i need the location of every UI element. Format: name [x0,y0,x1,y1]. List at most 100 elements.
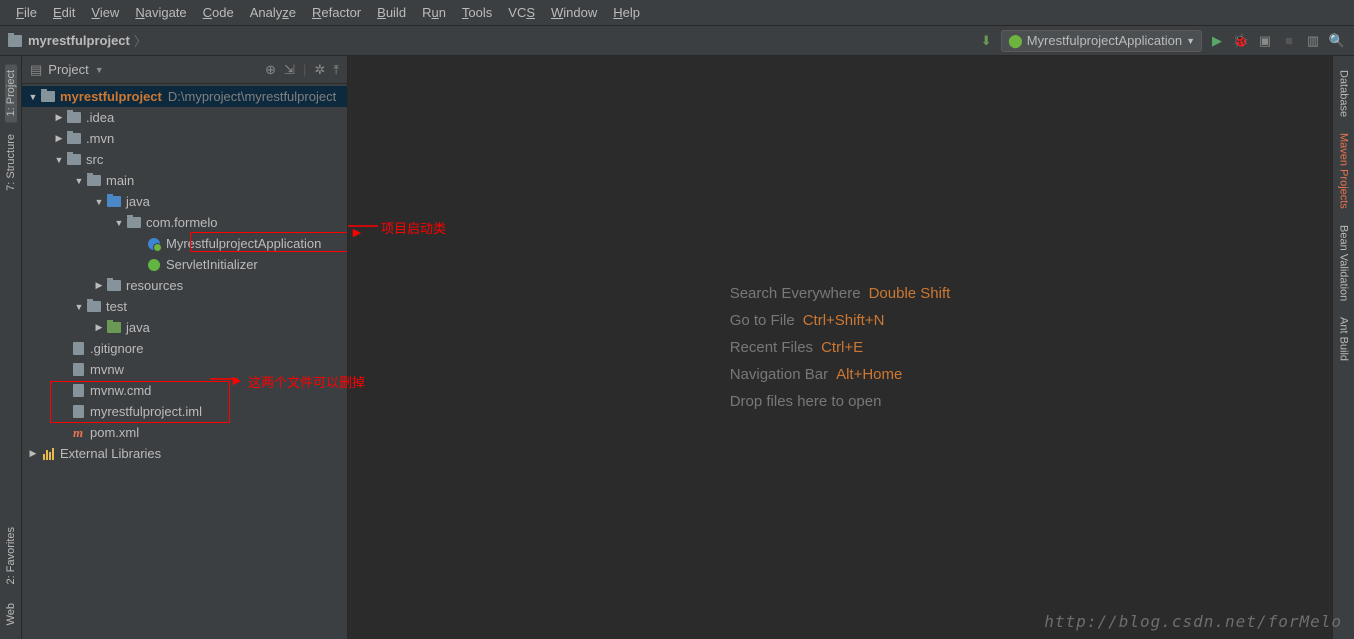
spring-icon: ⬤ [1008,33,1023,49]
annotation-label-startup: 项目启动类 [381,218,446,237]
breadcrumb[interactable]: myrestfulproject 〉 [0,31,977,50]
build-icon[interactable]: ⬇ [977,32,995,50]
tree-item-gitignore[interactable]: .gitignore [22,338,347,359]
expand-arrow-icon[interactable]: ▼ [72,176,86,186]
search-everywhere-button[interactable]: 🔍 [1328,32,1346,50]
menu-edit[interactable]: Edit [45,0,83,26]
coverage-button[interactable]: ▣ [1256,32,1274,50]
hint-drop: Drop files here to open [730,393,951,410]
project-structure-button[interactable]: ▥ [1304,32,1322,50]
tree-item-java[interactable]: ▼ java [22,191,347,212]
tree-item-src[interactable]: ▼ src [22,149,347,170]
expand-arrow-icon[interactable]: ▶ [92,322,106,333]
run-configuration-selector[interactable]: ⬤ MyrestfulprojectApplication ▼ [1001,30,1202,52]
expand-arrow-icon[interactable]: ▶ [92,280,106,291]
folder-icon [87,301,101,312]
run-button[interactable]: ▶ [1208,32,1226,50]
expand-arrow-icon[interactable]: ▶ [52,133,66,144]
spring-class-icon [148,238,160,250]
menu-vcs[interactable]: VCS [500,0,543,26]
file-icon [73,384,84,397]
project-panel-header: ▤ Project ▼ ⊕ ⇲ | ✲ ⤒ [22,56,347,84]
hint-recent: Recent FilesCtrl+E [730,339,951,356]
tool-tab-project[interactable]: 1: Project [5,64,17,122]
annotation-line [210,379,238,381]
tree-root-path: D:\myproject\myrestfulproject [168,89,336,104]
menu-code[interactable]: Code [195,0,242,26]
tree-item-mvn[interactable]: ▶ .mvn [22,128,347,149]
folder-icon [67,154,81,165]
stop-button[interactable]: ■ [1280,32,1298,50]
chevron-down-icon: ▼ [1186,36,1195,46]
expand-arrow-icon[interactable]: ▼ [112,218,126,228]
file-icon [73,342,84,355]
chevron-down-icon[interactable]: ▼ [95,65,104,75]
project-tree[interactable]: ▼ myrestfulproject D:\myproject\myrestfu… [22,84,347,639]
gear-icon[interactable]: ✲ [314,62,325,78]
source-folder-icon [107,196,121,207]
maven-icon: m [70,425,86,441]
tree-item-external-libs[interactable]: ▶ External Libraries [22,443,347,464]
menu-analyze[interactable]: Analyze [242,0,304,26]
editor-empty-state: Search EverywhereDouble Shift Go to File… [348,56,1332,639]
menu-navigate[interactable]: Navigate [127,0,194,26]
expand-arrow-icon[interactable]: ▶ [52,112,66,123]
tree-item-test-java[interactable]: ▶ java [22,317,347,338]
file-icon [73,363,84,376]
tree-item-resources[interactable]: ▶ resources [22,275,347,296]
menu-view[interactable]: View [83,0,127,26]
folder-icon [67,112,81,123]
hint-search: Search EverywhereDouble Shift [730,285,951,302]
tree-item-idea[interactable]: ▶ .idea [22,107,347,128]
library-icon [43,448,54,460]
tree-item-pom[interactable]: m pom.xml [22,422,347,443]
menu-tools[interactable]: Tools [454,0,500,26]
folder-icon [87,175,101,186]
tool-tab-bean[interactable]: Bean Validation [1336,219,1352,307]
tool-tab-ant[interactable]: Ant Build [1336,311,1352,367]
annotation-label-delete: 这两个文件可以删掉 [248,372,365,391]
menu-help[interactable]: Help [605,0,648,26]
expand-arrow-icon[interactable]: ▼ [52,155,66,165]
debug-button[interactable]: 🐞 [1232,32,1250,50]
java-class-icon [148,259,160,271]
tree-item-iml[interactable]: myrestfulproject.iml [22,401,347,422]
tool-tab-structure[interactable]: 7: Structure [5,128,17,197]
project-view-icon: ▤ [30,62,42,78]
tool-tab-favorites[interactable]: 2: Favorites [5,521,17,590]
tool-tab-web[interactable]: Web [5,597,17,631]
tool-tab-database[interactable]: Database [1336,64,1352,123]
tree-root-name: myrestfulproject [60,89,162,104]
file-icon [73,405,84,418]
package-icon [127,217,141,228]
tree-item-main[interactable]: ▼ main [22,170,347,191]
expand-arrow-icon[interactable]: ▶ [26,448,40,459]
tree-item-servlet-class[interactable]: ServletInitializer [22,254,347,275]
menu-run[interactable]: Run [414,0,454,26]
menu-refactor[interactable]: Refactor [304,0,369,26]
chevron-right-icon: 〉 [134,31,147,50]
panel-title[interactable]: Project [48,62,88,77]
right-tool-gutter: Database Maven Projects Bean Validation … [1332,56,1354,639]
menu-build[interactable]: Build [369,0,414,26]
left-tool-gutter: 1: Project 7: Structure 2: Favorites Web [0,56,22,639]
watermark: http://blog.csdn.net/forMelo [1044,612,1342,631]
menu-bar: File Edit View Navigate Code Analyze Ref… [0,0,1354,26]
tree-item-app-class[interactable]: MyrestfulprojectApplication [22,233,347,254]
expand-arrow-icon[interactable]: ▼ [26,92,40,102]
resources-folder-icon [107,280,121,291]
menu-file[interactable]: File [8,0,45,26]
menu-window[interactable]: Window [543,0,605,26]
hint-nav: Navigation BarAlt+Home [730,366,951,383]
expand-arrow-icon[interactable]: ▼ [92,197,106,207]
hide-icon[interactable]: ⤒ [333,62,339,78]
collapse-all-icon[interactable]: ⇲ [284,62,295,78]
hint-goto: Go to FileCtrl+Shift+N [730,312,951,329]
tree-item-package[interactable]: ▼ com.formelo [22,212,347,233]
expand-arrow-icon[interactable]: ▼ [72,302,86,312]
locate-icon[interactable]: ⊕ [265,62,276,78]
test-folder-icon [107,322,121,333]
tree-root[interactable]: ▼ myrestfulproject D:\myproject\myrestfu… [22,86,347,107]
tree-item-test[interactable]: ▼ test [22,296,347,317]
tool-tab-maven[interactable]: Maven Projects [1336,127,1352,215]
